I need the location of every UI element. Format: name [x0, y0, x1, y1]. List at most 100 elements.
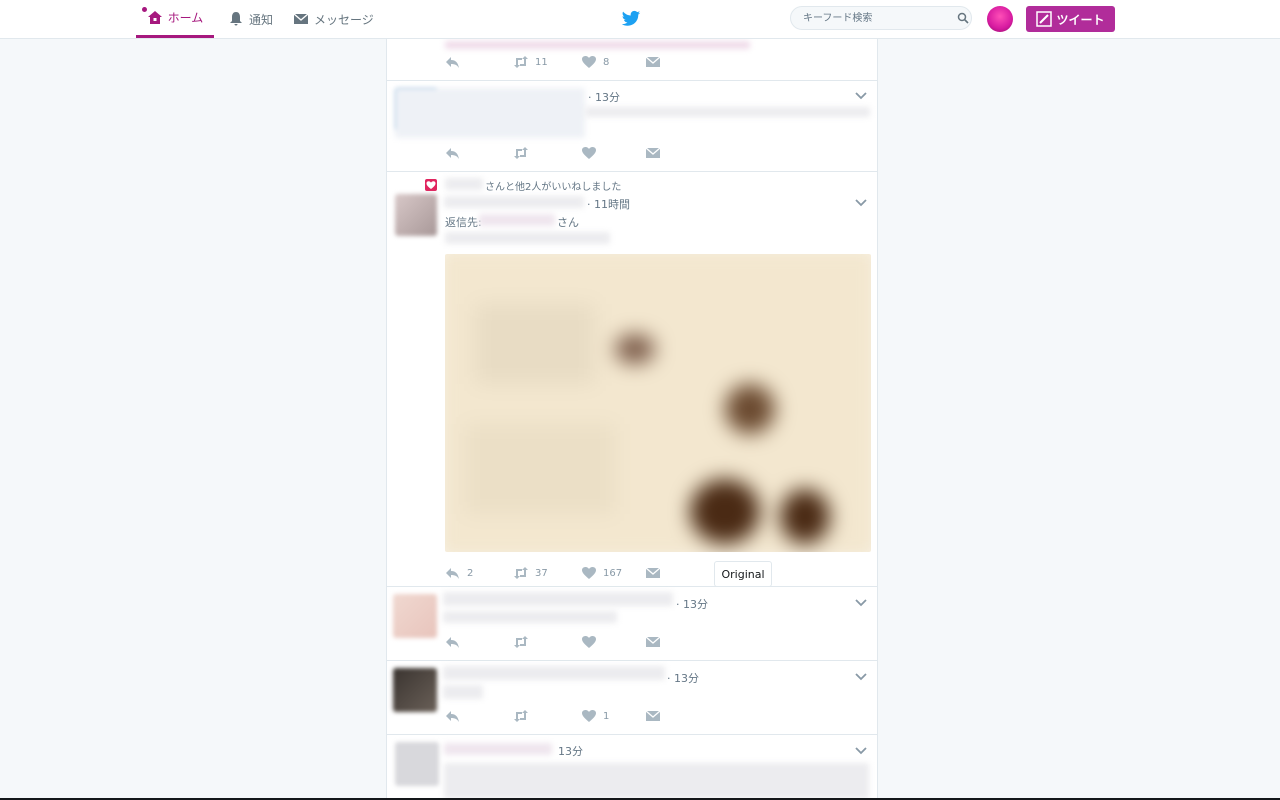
retweet-button[interactable]: 37 — [513, 566, 548, 580]
nav-messages[interactable]: メッセージ — [293, 0, 374, 38]
tweet-item[interactable]: · 13分 — [387, 587, 877, 661]
chevron-down-icon[interactable] — [855, 92, 867, 100]
like-count: 1 — [603, 710, 610, 722]
like-button[interactable] — [581, 146, 597, 160]
reply-button[interactable] — [445, 709, 461, 723]
reply-icon — [446, 148, 459, 159]
dm-envelope-icon — [645, 56, 661, 67]
direct-message-button[interactable] — [645, 566, 661, 580]
tweet-timestamp[interactable]: · 11時間 — [587, 196, 630, 212]
direct-message-button[interactable] — [645, 635, 661, 649]
search-input[interactable] — [801, 11, 955, 25]
reply-count: 2 — [467, 567, 474, 579]
heart-icon — [582, 710, 596, 722]
reply-icon — [446, 568, 459, 579]
tweet-author-blurred — [443, 666, 665, 680]
tweet-actions: 1 — [445, 709, 865, 725]
retweet-button[interactable] — [513, 635, 529, 649]
retweet-count: 11 — [535, 56, 548, 68]
tweet-text-blurred — [443, 685, 483, 699]
reply-icon — [446, 637, 459, 648]
tweet-avatar[interactable] — [395, 742, 439, 786]
chevron-down-icon[interactable] — [855, 599, 867, 607]
retweet-button[interactable] — [513, 709, 529, 723]
tweet-media-image[interactable] — [445, 254, 871, 552]
retweet-button[interactable] — [513, 146, 529, 160]
nav-messages-label: メッセージ — [314, 12, 374, 27]
tweet-actions: 11 8 — [445, 55, 865, 71]
retweet-icon — [514, 636, 528, 648]
search-box[interactable] — [790, 6, 972, 30]
chevron-down-icon[interactable] — [855, 673, 867, 681]
retweet-icon — [514, 567, 528, 579]
dm-envelope-icon — [645, 636, 661, 647]
home-icon — [147, 10, 162, 24]
chevron-down-icon[interactable] — [855, 199, 867, 207]
tweet-item[interactable]: さんと他2人がいいねしました · 11時間 返信先: さん 2 37 167 — [387, 172, 877, 587]
tweet-text-blurred — [445, 232, 610, 244]
like-button[interactable] — [581, 635, 597, 649]
compose-tweet-button[interactable]: ツイート — [1026, 6, 1115, 32]
social-context-text: さんと他2人がいいねしました — [485, 182, 622, 193]
tweet-text-blurred — [445, 41, 750, 49]
tweet-author-blurred — [444, 196, 584, 208]
reply-button[interactable] — [445, 146, 461, 160]
retweet-button[interactable]: 11 — [513, 55, 548, 69]
tweet-item[interactable]: · 13分 — [387, 80, 877, 172]
reply-icon — [446, 57, 459, 68]
timeline: 11 8 · 13分 さんと他2人がいいねしました · 11時間 返信先: さん… — [386, 39, 878, 800]
nav-notifications[interactable]: 通知 — [228, 0, 273, 38]
tweet-actions — [445, 146, 865, 162]
chevron-down-icon[interactable] — [855, 747, 867, 755]
user-avatar[interactable] — [987, 6, 1013, 32]
tweet-timestamp[interactable]: 13分 — [558, 743, 583, 759]
tweet-timestamp[interactable]: · 13分 — [676, 596, 708, 612]
reply-to-prefix: 返信先: — [445, 216, 482, 229]
tweet-avatar[interactable] — [393, 668, 437, 712]
retweet-icon — [514, 710, 528, 722]
tweet-timestamp[interactable]: · 13分 — [588, 89, 620, 105]
tweet-item[interactable]: 13分 — [387, 735, 877, 800]
top-navigation-bar: ホーム 通知 メッセージ ツイート — [0, 0, 1280, 39]
direct-message-button[interactable] — [645, 55, 661, 69]
tweet-item[interactable]: 11 8 — [387, 39, 877, 81]
heart-icon — [582, 636, 596, 648]
nav-home-label: ホーム — [167, 11, 204, 25]
tweet-item[interactable]: · 13分 1 — [387, 661, 877, 735]
reply-button[interactable] — [445, 55, 467, 69]
heart-icon — [582, 56, 596, 68]
tweet-avatar[interactable] — [393, 594, 437, 638]
reply-to-user-blurred[interactable] — [479, 214, 555, 226]
direct-message-button[interactable] — [645, 709, 661, 723]
original-tooltip: Original — [714, 561, 772, 587]
tweet-author-blurred — [395, 88, 585, 138]
tweet-author-blurred — [443, 592, 673, 606]
reply-button[interactable]: 2 — [445, 566, 473, 580]
tweet-avatar[interactable] — [395, 194, 437, 236]
liker-name-blurred — [445, 178, 483, 190]
tweet-text-blurred — [443, 611, 617, 623]
like-count: 167 — [603, 567, 623, 579]
like-count: 8 — [603, 56, 610, 68]
retweet-count: 37 — [535, 567, 548, 579]
dm-envelope-icon — [645, 147, 661, 158]
tweet-actions: 2 37 167 — [445, 566, 865, 582]
twitter-bird-icon[interactable] — [621, 10, 641, 28]
tweet-actions — [445, 635, 865, 651]
like-button[interactable]: 167 — [581, 566, 622, 580]
tweet-text-blurred — [585, 107, 870, 117]
reply-button[interactable] — [445, 635, 461, 649]
compose-tweet-label: ツイート — [1056, 12, 1105, 27]
tweet-author-blurred — [444, 743, 552, 755]
retweet-icon — [514, 147, 528, 159]
like-button[interactable]: 8 — [581, 55, 609, 69]
nav-home[interactable]: ホーム — [136, 0, 214, 38]
tweet-timestamp[interactable]: · 13分 — [667, 670, 699, 686]
dm-envelope-icon — [645, 710, 661, 721]
direct-message-button[interactable] — [645, 146, 661, 160]
retweet-icon — [514, 56, 528, 68]
search-icon[interactable] — [957, 12, 969, 24]
liked-heart-badge-icon — [425, 179, 437, 191]
like-button[interactable]: 1 — [581, 709, 609, 723]
reply-icon — [446, 711, 459, 722]
